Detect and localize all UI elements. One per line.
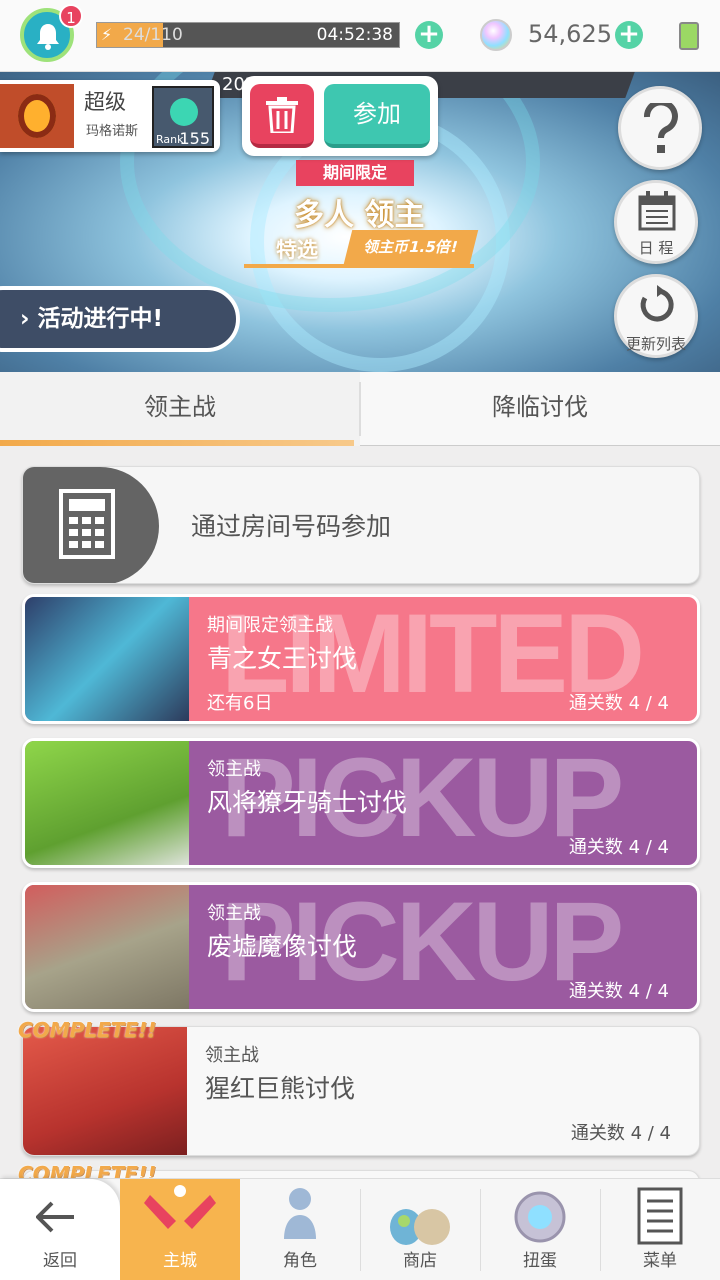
boss-clear-count: 通关数 4 / 4 [568,837,669,858]
boss-clear-count: 通关数 4 / 4 [570,1123,671,1144]
question-icon [644,103,678,153]
host-subtitle: 玛格诺斯 [86,124,139,139]
bell-icon [37,24,59,50]
boss-card-queen[interactable]: LIMITED 期间限定领主战 青之女王讨伐 还有6日 通关数 4 / 4 [22,594,700,724]
add-gem-button[interactable]: + [615,21,643,49]
event-in-progress-button[interactable]: › 活动进行中! [0,286,240,352]
nav-shop[interactable]: 商店 [360,1179,480,1280]
host-rank-badge: Rank 155 [152,86,214,148]
host-avatar [0,84,74,148]
boss-card-fang-knight[interactable]: PICKUP 领主战 风将獠牙骑士讨伐 通关数 4 / 4 [22,738,700,868]
schedule-button[interactable]: 日 程 [614,180,698,264]
back-arrow-icon [36,1201,74,1233]
boss-category: 领主战 [207,759,261,780]
help-button[interactable] [618,86,702,170]
gem-count: 54,625 [528,20,612,48]
calendar-icon [638,191,676,231]
boss-name: 青之女王讨伐 [207,644,358,673]
room-action-popup: 参加 [242,76,438,156]
notification-badge: 1 [59,4,83,28]
promo-badge: 期间限定 多人 领主 特选 领主币1.5倍! [244,160,479,270]
nav-label: 商店 [403,1251,437,1271]
nav-character[interactable]: 角色 [240,1179,360,1280]
add-stamina-button[interactable]: + [415,21,443,49]
refresh-icon [640,285,674,322]
gem-icon [480,19,512,51]
boss-remaining: 还有6日 [207,693,273,714]
boss-category: 领主战 [205,1045,259,1066]
room-number-label: 通过房间号码参加 [191,512,392,541]
host-name: 超级 [84,90,126,114]
join-by-room-number-button[interactable]: 通过房间号码参加 [22,466,700,584]
refresh-list-button[interactable]: 更新列表 [614,274,698,358]
boss-thumbnail [25,885,189,1009]
nav-menu[interactable]: 菜单 [600,1179,720,1280]
nav-label: 角色 [283,1251,317,1271]
complete-tag-next: COMPLETE!! [18,1162,157,1178]
room-host-card[interactable]: 超级 玛格诺斯 Rank 155 [0,80,220,152]
nav-castle[interactable]: 主城 [120,1179,240,1280]
promo-coin: 领主币1.5倍! [343,230,479,264]
promo-title: 多人 领主 [294,198,425,233]
nav-label: 主城 [163,1251,197,1271]
boss-name: 废墟魔像讨伐 [207,932,358,961]
boss-name: 风将獠牙骑士讨伐 [207,788,408,817]
castle-icon [144,1185,216,1229]
plus-icon: + [418,19,440,49]
tab-bar: 领主战 降临讨伐 [0,372,720,446]
boss-thumbnail [23,1027,187,1155]
stamina-timer: 04:52:38 [316,25,393,45]
tab-lord-battle[interactable]: 领主战 [0,372,360,446]
delete-button[interactable] [250,84,314,148]
complete-tag: COMPLETE!! [18,1018,157,1042]
stamina-value: 24/110 [123,25,183,45]
boss-clear-count: 通关数 4 / 4 [568,981,669,1002]
nav-label: 扭蛋 [523,1251,557,1271]
boss-card-golem[interactable]: PICKUP 领主战 废墟魔像讨伐 通关数 4 / 4 [22,882,700,1012]
chevron-right-icon: › [20,306,30,332]
boss-list: 通过房间号码参加 LIMITED 期间限定领主战 青之女王讨伐 还有6日 通关数… [0,446,720,1178]
boss-category: 期间限定领主战 [207,615,333,636]
shop-icon [390,1209,450,1245]
boss-name: 猩红巨熊讨伐 [205,1074,356,1103]
boss-clear-count: 通关数 4 / 4 [568,693,669,714]
promo-tag: 期间限定 [296,160,414,186]
schedule-label: 日 程 [638,239,674,257]
bottom-nav: 返回 主城 角色 商店 扭蛋 菜单 [0,1178,720,1280]
promo-underline [244,264,474,268]
nav-back[interactable]: 返回 [0,1179,120,1280]
lightning-icon: ⚡ [101,25,113,44]
refresh-label: 更新列表 [625,335,686,353]
top-status-bar: 1 ⚡ 24/110 04:52:38 + 54,625 + [0,0,720,72]
battery-icon [679,22,699,50]
boss-category: 领主战 [207,903,261,924]
trash-icon [266,97,298,133]
event-button-label: 活动进行中! [37,306,164,332]
nav-label: 返回 [43,1251,77,1271]
boss-card-crimson-bear[interactable]: 领主战 猩红巨熊讨伐 通关数 4 / 4 [22,1026,700,1156]
boss-thumbnail [25,597,189,721]
nav-label: 菜单 [643,1251,677,1271]
rank-value: 155 [179,129,210,148]
stamina-bar: ⚡ 24/110 04:52:38 [96,22,400,48]
tab-descent-raid[interactable]: 降临讨伐 [360,372,720,446]
calculator-icon [59,489,115,559]
menu-icon [637,1187,683,1245]
boss-thumbnail [25,741,189,865]
join-button[interactable]: 参加 [324,84,430,148]
gacha-icon [514,1191,566,1243]
calculator-icon-wrap [23,467,159,583]
nav-gacha[interactable]: 扭蛋 [480,1179,600,1280]
promo-selected: 特选 [276,238,318,262]
character-icon [284,1188,316,1239]
plus-icon: + [618,19,640,49]
